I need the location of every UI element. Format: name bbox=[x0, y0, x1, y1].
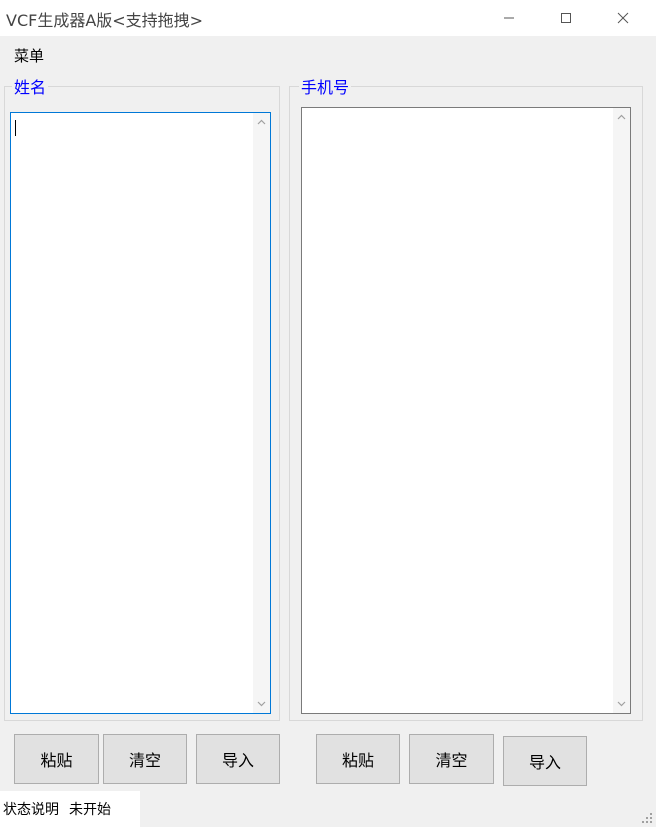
name-import-button[interactable]: 导入 bbox=[196, 734, 280, 784]
phone-import-button[interactable]: 导入 bbox=[503, 736, 587, 786]
phone-scrollbar[interactable] bbox=[613, 108, 630, 713]
close-icon bbox=[617, 12, 629, 24]
status-field: 状态说明 未开始 bbox=[0, 791, 140, 827]
resize-grip-icon[interactable] bbox=[640, 811, 654, 825]
minimize-icon bbox=[504, 17, 514, 19]
minimize-button[interactable] bbox=[486, 0, 532, 36]
status-label: 状态说明 bbox=[3, 802, 59, 818]
phone-paste-button[interactable]: 粘贴 bbox=[316, 734, 400, 784]
menu-bar: 菜单 bbox=[0, 36, 656, 71]
maximize-button[interactable] bbox=[543, 0, 589, 36]
menu-item-main[interactable]: 菜单 bbox=[14, 45, 44, 66]
name-paste-button[interactable]: 粘贴 bbox=[14, 734, 99, 784]
maximize-icon bbox=[561, 13, 571, 23]
name-textarea[interactable] bbox=[10, 112, 271, 714]
window-title: VCF生成器A版<支持拖拽> bbox=[6, 11, 204, 30]
scroll-down-icon[interactable] bbox=[256, 698, 267, 709]
name-clear-button[interactable]: 清空 bbox=[103, 734, 187, 784]
close-button[interactable] bbox=[600, 0, 646, 36]
phone-group-legend: 手机号 bbox=[299, 74, 352, 98]
text-caret bbox=[15, 120, 16, 136]
status-value: 未开始 bbox=[69, 802, 111, 818]
phone-textarea[interactable] bbox=[301, 107, 631, 714]
status-bar: 状态说明 未开始 bbox=[0, 791, 656, 827]
name-group-legend: 姓名 bbox=[12, 74, 49, 98]
name-scrollbar[interactable] bbox=[253, 113, 270, 713]
scroll-down-icon[interactable] bbox=[616, 698, 627, 709]
phone-clear-button[interactable]: 清空 bbox=[409, 734, 494, 784]
scroll-up-icon[interactable] bbox=[616, 112, 627, 123]
scroll-up-icon[interactable] bbox=[256, 117, 267, 128]
title-bar: VCF生成器A版<支持拖拽> bbox=[0, 0, 656, 36]
